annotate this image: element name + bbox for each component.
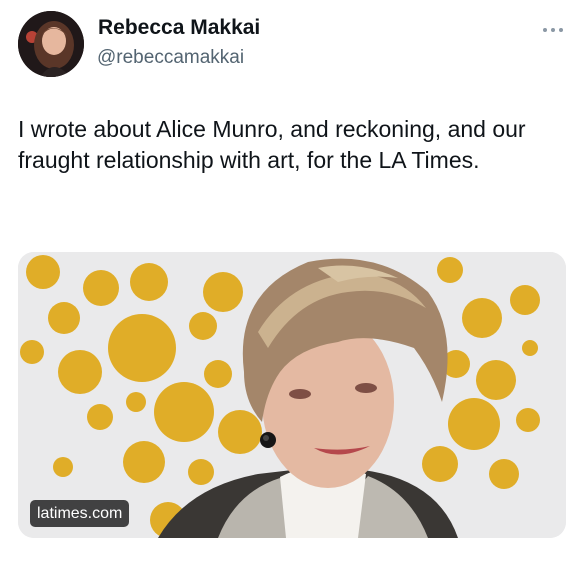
more-options-icon bbox=[543, 28, 563, 32]
more-options-button[interactable] bbox=[538, 21, 568, 39]
avatar-image bbox=[18, 11, 84, 77]
author-avatar[interactable] bbox=[18, 11, 84, 77]
author-display-name[interactable]: Rebecca Makkai bbox=[98, 16, 260, 40]
link-card[interactable]: latimes.com bbox=[18, 252, 566, 538]
author-handle[interactable]: @rebeccamakkai bbox=[97, 47, 244, 69]
card-domain-badge: latimes.com bbox=[30, 500, 130, 527]
article-photo bbox=[18, 252, 566, 538]
tweet-text: I wrote about Alice Munro, and reckoning… bbox=[18, 116, 526, 173]
tweet: Rebecca Makkai @rebeccamakkai I wrote ab… bbox=[0, 0, 585, 561]
